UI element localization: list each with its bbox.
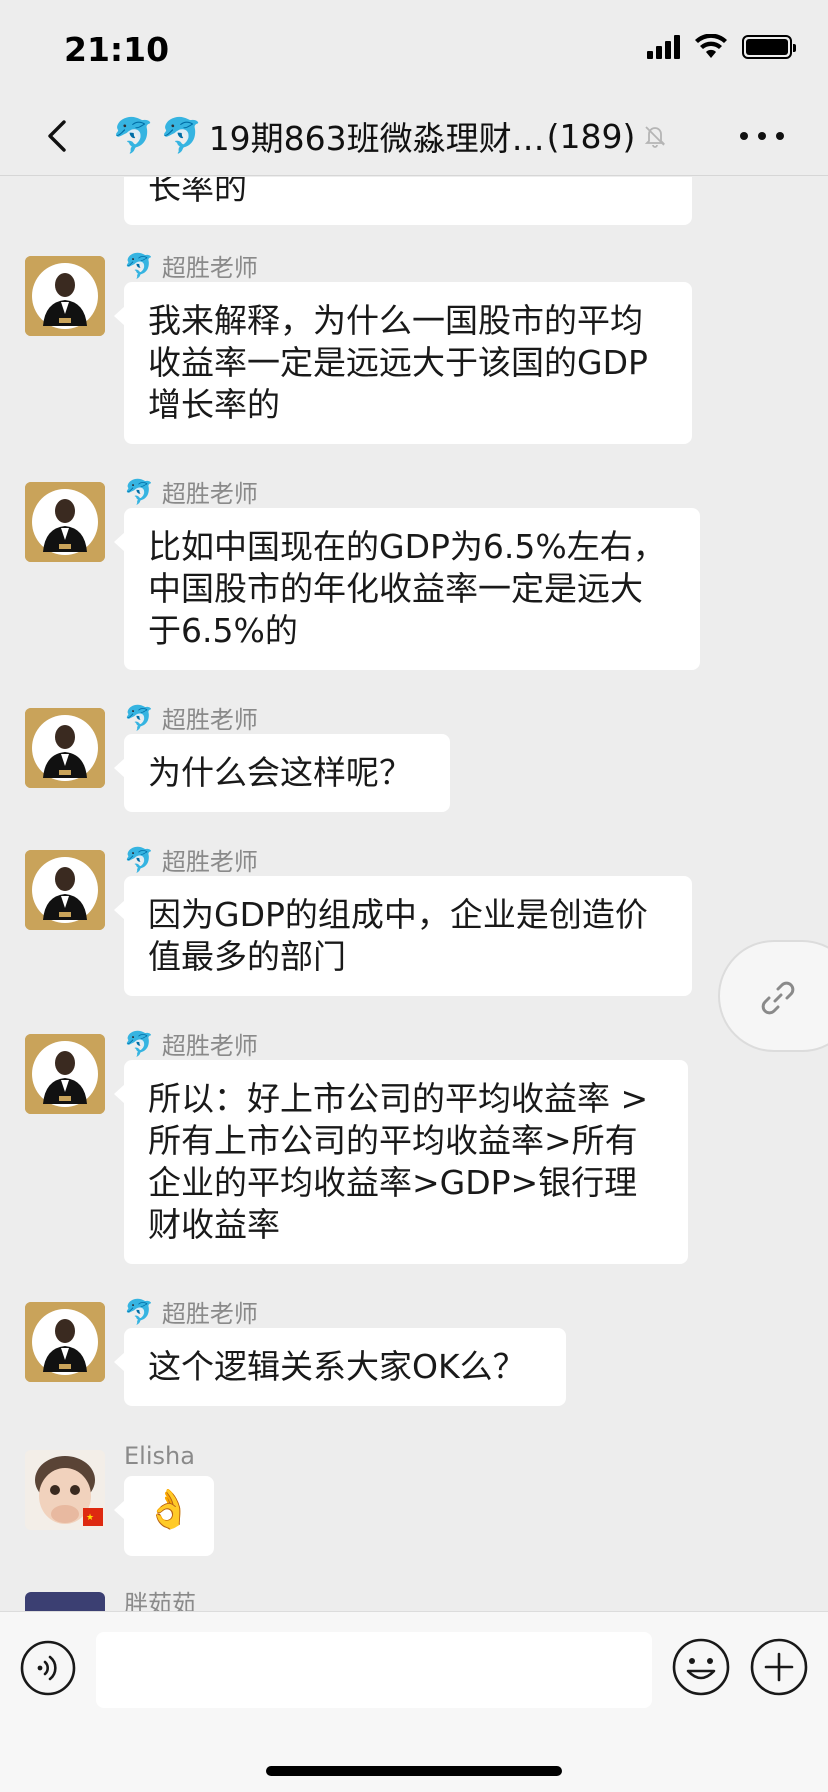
sender-name: 🐬 超胜老师 [124, 477, 258, 509]
dolphin-emoji-icon: 🐬 [112, 116, 155, 156]
floating-link-button[interactable] [718, 940, 828, 1052]
avatar[interactable]: ★ [25, 1450, 105, 1530]
message-bubble[interactable]: 比如中国现在的GDP为6.5%左右， 中国股市的年化收益率一定是远大 于6.5%… [114, 508, 700, 670]
sender-name: 🐬 超胜老师 [124, 703, 258, 735]
back-chevron-icon[interactable] [38, 116, 78, 156]
message-bubble[interactable]: 长率的 [124, 177, 692, 225]
dolphin-emoji-icon: 🐬 [160, 116, 203, 156]
message-bubble[interactable]: 我来解释，为什么一国股市的平均 收益率一定是远远大于该国的GDP 增长率的 [114, 282, 692, 444]
message-list[interactable]: 长率的 🐬 超胜老师 我来解释，为什么一国股市的平均 收益率一定是远远大于该国的G… [0, 177, 828, 1611]
sender-name: Elisha [124, 1442, 195, 1470]
avatar[interactable] [25, 708, 105, 788]
dolphin-emoji-icon: 🐬 [124, 703, 154, 732]
chat-header: 🐬 🐬 19期863班微淼理财… (189) [0, 100, 828, 176]
avatar[interactable] [25, 256, 105, 336]
message-bubble[interactable]: 因为GDP的组成中，企业是创造价 值最多的部门 [114, 876, 692, 996]
avatar[interactable] [25, 1302, 105, 1382]
chat-title[interactable]: 🐬 🐬 19期863班微淼理财… (189) [112, 110, 722, 162]
home-indicator[interactable] [266, 1766, 562, 1776]
wifi-icon [695, 34, 727, 58]
emoji-icon[interactable] [672, 1638, 730, 1696]
member-count: (189) [546, 116, 636, 156]
input-bar [0, 1611, 828, 1792]
dolphin-emoji-icon: 🐬 [124, 477, 154, 506]
svg-text:★: ★ [86, 1513, 94, 1523]
message-bubble[interactable]: 为什么会这样呢？ [114, 734, 450, 812]
voice-input-icon[interactable] [20, 1640, 76, 1696]
battery-icon [742, 35, 796, 59]
more-options-icon[interactable] [740, 124, 784, 148]
mute-bell-icon [645, 126, 666, 148]
sender-name: 🐬 超胜老师 [124, 251, 258, 283]
sender-name: 胖茹茹 [124, 1590, 196, 1611]
ok-hand-emoji-icon: 👌 [145, 1487, 193, 1531]
link-icon [761, 981, 795, 1015]
dolphin-emoji-icon: 🐬 [124, 251, 154, 280]
dolphin-emoji-icon: 🐬 [124, 845, 154, 874]
sender-name: 🐬 超胜老师 [124, 1297, 258, 1329]
avatar[interactable] [25, 1592, 105, 1611]
cellular-signal-icon [647, 35, 680, 59]
message-input[interactable] [96, 1632, 652, 1708]
dolphin-emoji-icon: 🐬 [124, 1029, 154, 1058]
status-icons [647, 34, 796, 60]
dolphin-emoji-icon: 🐬 [124, 1297, 154, 1326]
message-bubble[interactable]: 👌 [114, 1476, 214, 1556]
avatar[interactable] [25, 482, 105, 562]
avatar[interactable] [25, 850, 105, 930]
message-bubble[interactable]: 所以：好上市公司的平均收益率 > 所有上市公司的平均收益率>所有 企业的平均收益… [114, 1060, 688, 1264]
status-time: 21:10 [64, 30, 170, 69]
status-bar: 21:10 [0, 0, 828, 100]
sender-name: 🐬 超胜老师 [124, 1029, 258, 1061]
avatar[interactable] [25, 1034, 105, 1114]
message-bubble[interactable]: 这个逻辑关系大家OK么？ [114, 1328, 566, 1406]
sender-name: 🐬 超胜老师 [124, 845, 258, 877]
plus-icon[interactable] [750, 1638, 808, 1696]
group-name: 19期863班微淼理财… [208, 119, 545, 158]
